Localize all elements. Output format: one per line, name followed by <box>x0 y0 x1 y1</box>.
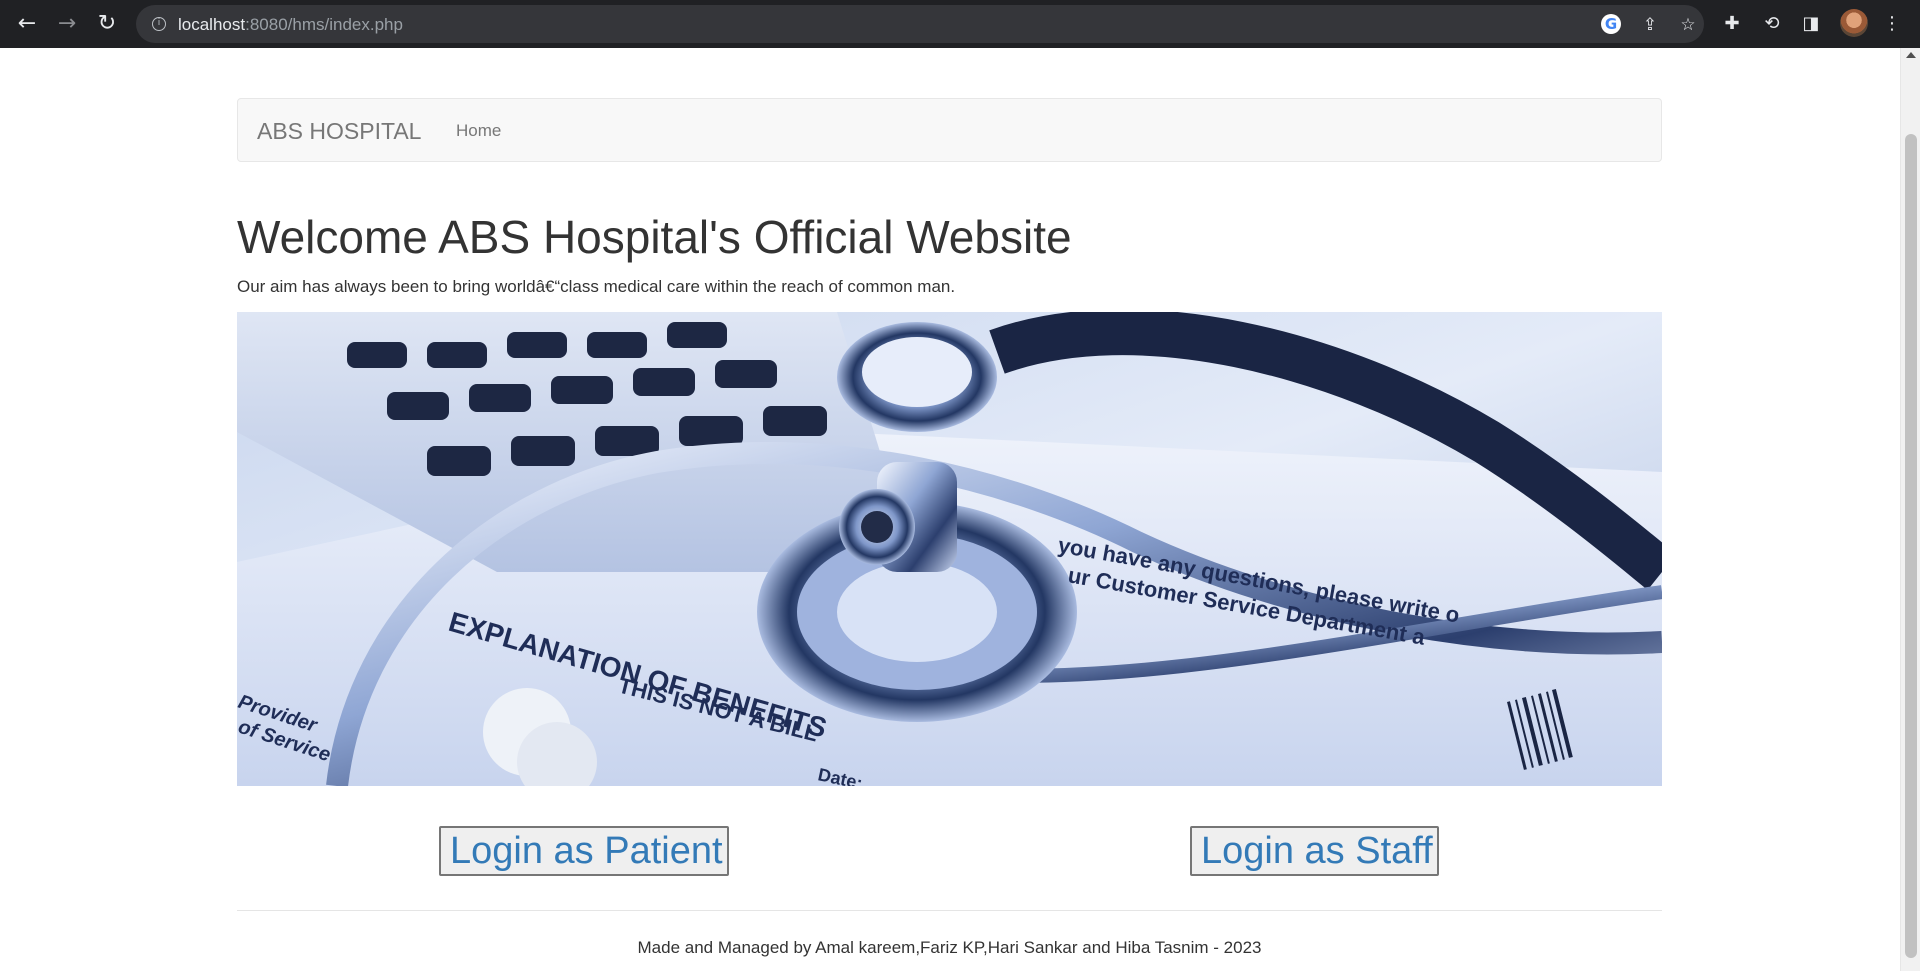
url-text[interactable]: localhost:8080/hms/index.php <box>178 15 403 35</box>
login-staff-button[interactable]: Login as Staff <box>1190 826 1439 876</box>
hero-image: EXPLANATION OF BENEFITS THIS IS NOT A BI… <box>237 312 1662 786</box>
brand-link[interactable]: ABS HOSPITAL <box>257 118 421 145</box>
page-scrollbar[interactable] <box>1900 48 1920 971</box>
nav-home-link[interactable]: Home <box>456 121 501 141</box>
page-title: Welcome ABS Hospital's Official Website <box>237 211 1072 263</box>
share-icon[interactable]: ⇪ <box>1639 14 1661 36</box>
address-bar[interactable]: i localhost:8080/hms/index.php G ⇪ ☆ <box>136 5 1704 43</box>
bookmark-star-icon[interactable]: ☆ <box>1677 14 1699 36</box>
navbar: ABS HOSPITAL Home <box>237 98 1662 162</box>
footer-credits: Made and Managed by Amal kareem,Fariz KP… <box>637 938 1262 957</box>
menu-icon[interactable]: ⋮ <box>1880 12 1904 36</box>
scroll-up-arrow-icon[interactable] <box>1906 52 1916 58</box>
footer-divider <box>237 910 1662 911</box>
browser-toolbar: ← → ↻ i localhost:8080/hms/index.php G ⇪… <box>0 0 1920 48</box>
google-icon[interactable]: G <box>1601 14 1621 34</box>
profile-avatar[interactable] <box>1840 9 1868 37</box>
back-icon[interactable]: ← <box>13 10 41 38</box>
info-icon[interactable]: i <box>152 17 166 31</box>
sync-icon[interactable]: ⟲ <box>1760 12 1784 36</box>
page-viewport: ABS HOSPITAL Home Welcome ABS Hospital's… <box>0 48 1920 971</box>
extensions-icon[interactable]: ✚ <box>1720 12 1744 36</box>
side-panel-icon[interactable]: ◨ <box>1799 12 1823 36</box>
url-host: localhost <box>178 15 246 34</box>
hero-illustration: EXPLANATION OF BENEFITS THIS IS NOT A BI… <box>237 312 1662 786</box>
forward-icon[interactable]: → <box>53 10 81 38</box>
login-patient-button[interactable]: Login as Patient <box>439 826 729 876</box>
tagline: Our aim has always been to bring worldâ€… <box>237 277 956 296</box>
scrollbar-thumb[interactable] <box>1905 134 1917 958</box>
url-path: :8080/hms/index.php <box>245 15 403 34</box>
reload-icon[interactable]: ↻ <box>93 10 121 38</box>
